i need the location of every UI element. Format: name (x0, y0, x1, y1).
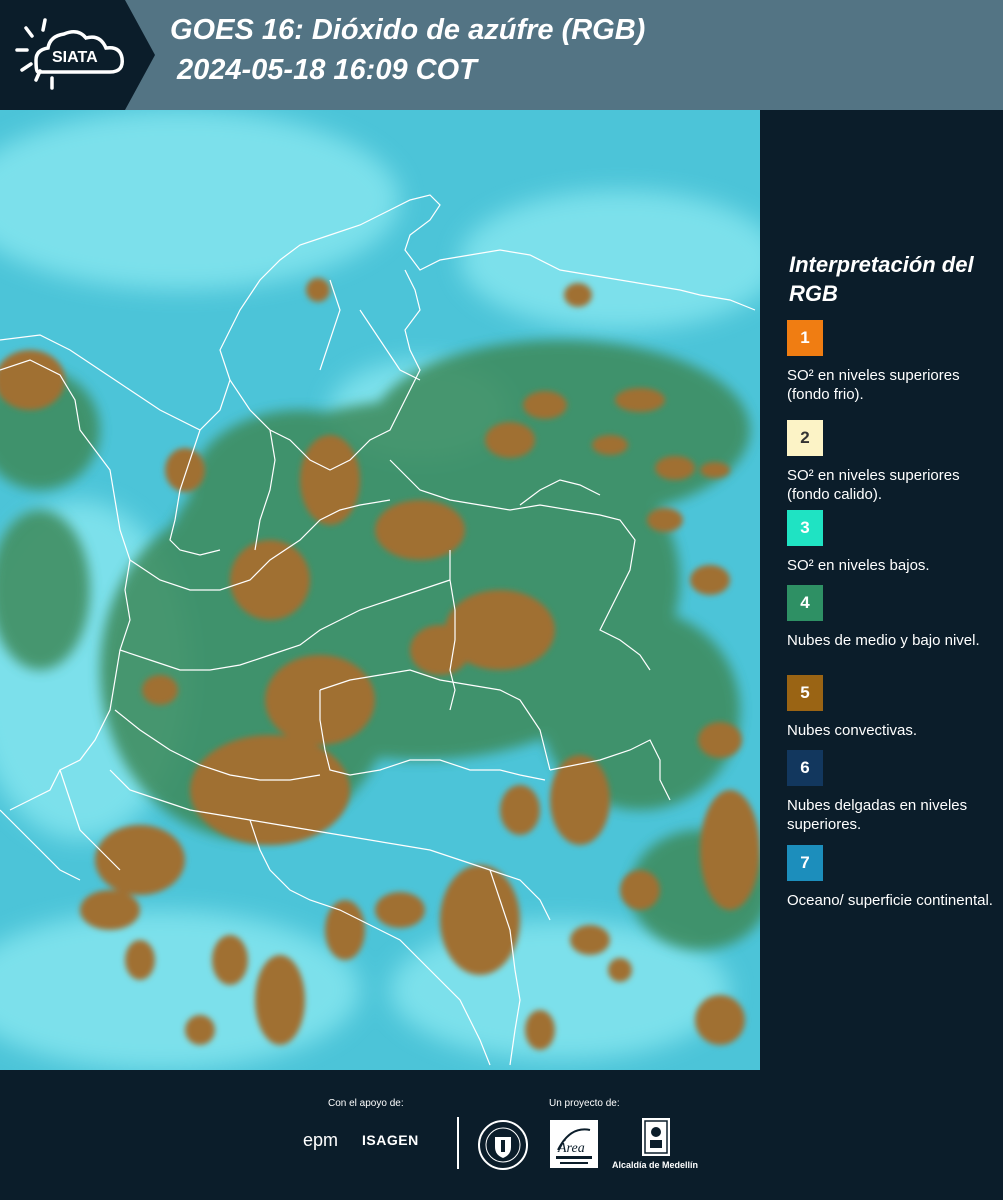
footer-bar: Con el apoyo de: Un proyecto de: epm ISA… (0, 1070, 1003, 1200)
siata-logo: SIATA (0, 0, 160, 110)
legend-label: Oceano/ superficie continental. (787, 892, 993, 909)
legend-panel: Interpretación del RGB 1 SO² en niveles s… (760, 110, 1003, 1070)
medellin-seal-icon (478, 1120, 528, 1170)
legend-swatch: 2 (787, 420, 823, 456)
legend-swatch: 4 (787, 585, 823, 621)
legend-item-5: 5 Nubes convectivas. (787, 675, 997, 740)
area-metropolitana-logo: Área (550, 1120, 598, 1168)
legend-swatch: 3 (787, 510, 823, 546)
project-caption: Un proyecto de: (549, 1098, 620, 1109)
legend-swatch: 5 (787, 675, 823, 711)
legend-item-7: 7 Oceano/ superficie continental. (787, 845, 997, 910)
legend-swatch: 7 (787, 845, 823, 881)
legend-label: SO² en niveles superiores (fondo calido)… (787, 467, 960, 503)
legend-label: Nubes delgadas en niveles superiores. (787, 797, 968, 833)
header-bar: SIATA GOES 16: Dióxido de azúfre (RGB) 2… (0, 0, 1003, 110)
legend-swatch: 1 (787, 320, 823, 356)
svg-text:SIATA: SIATA (52, 49, 98, 66)
map-title: GOES 16: Dióxido de azúfre (RGB) (170, 14, 646, 46)
legend-item-4: 4 Nubes de medio y bajo nivel. (787, 585, 997, 650)
alcaldia-shield-icon (642, 1118, 670, 1156)
legend-title: Interpretación del RGB (789, 252, 974, 306)
isagen-logo: ISAGEN (362, 1132, 419, 1148)
legend-swatch: 6 (787, 750, 823, 786)
support-caption: Con el apoyo de: (328, 1098, 404, 1109)
alcaldia-label: Alcaldía de Medellín (612, 1160, 699, 1170)
svg-text:Área: Área (557, 1139, 585, 1156)
legend-label: SO² en niveles superiores (fondo frio). (787, 367, 960, 403)
legend-label: Nubes de medio y bajo nivel. (787, 632, 980, 649)
epm-logo: epm (303, 1130, 339, 1150)
legend-label: Nubes convectivas. (787, 722, 918, 739)
legend-item-2: 2 SO² en niveles superiores (fondo calido… (787, 420, 997, 504)
map-timestamp: 2024-05-18 16:09 COT (177, 54, 477, 86)
footer-divider (457, 1117, 459, 1169)
satellite-image (0, 110, 760, 1070)
legend-item-6: 6 Nubes delgadas en niveles superiores. (787, 750, 997, 834)
legend-item-3: 3 SO² en niveles bajos. (787, 510, 997, 575)
legend-label: SO² en niveles bajos. (787, 557, 930, 574)
legend-item-1: 1 SO² en niveles superiores (fondo frio). (787, 320, 997, 404)
satellite-map (0, 110, 760, 1070)
